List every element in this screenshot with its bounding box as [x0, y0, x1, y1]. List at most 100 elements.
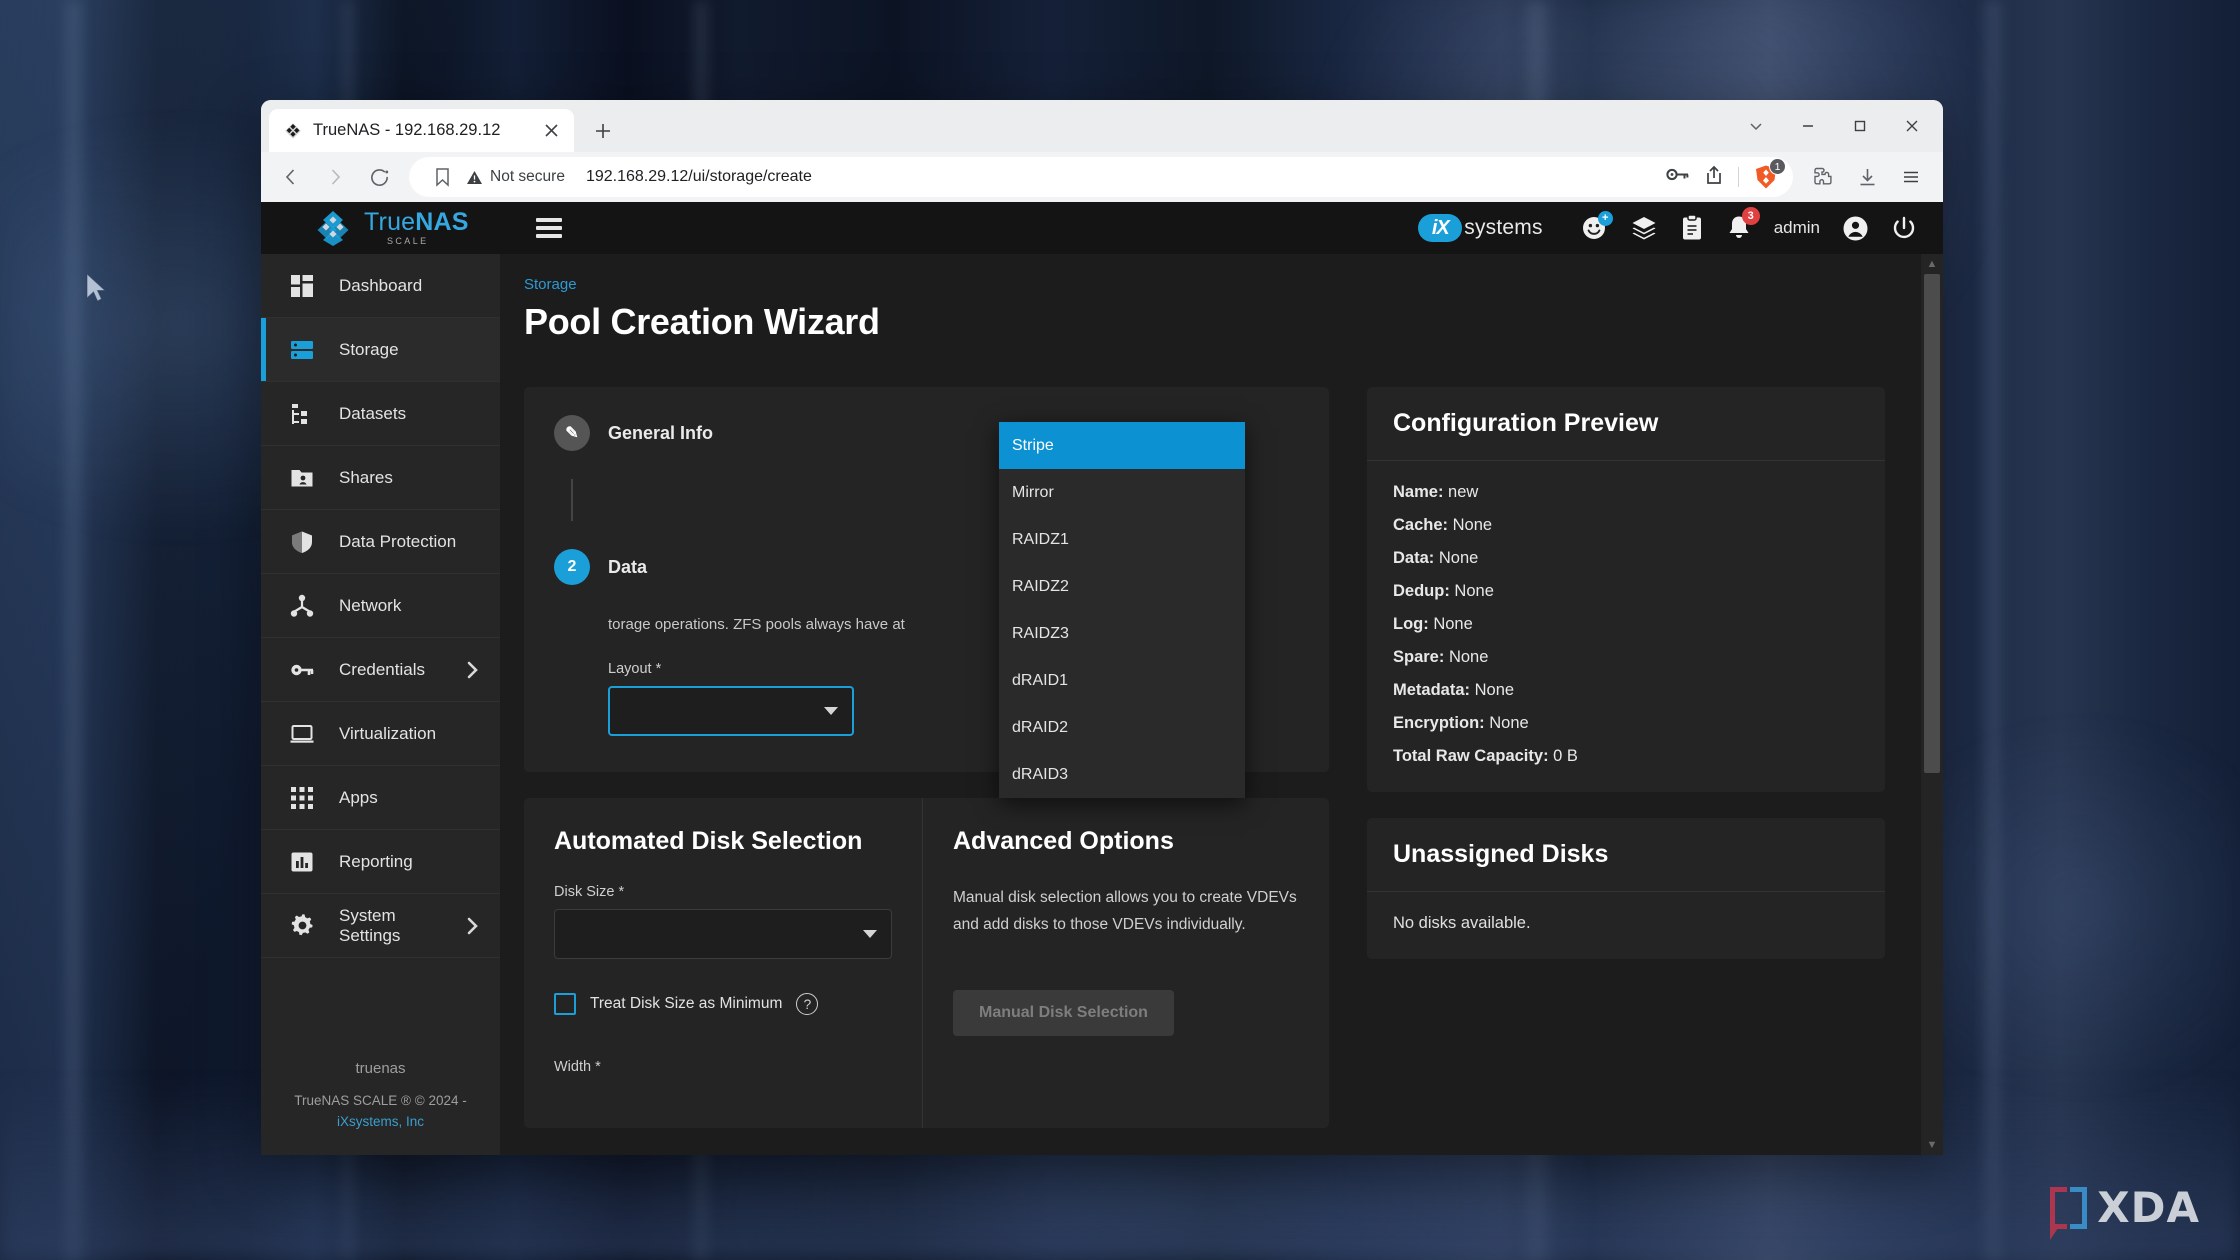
bell-icon[interactable]: 3: [1726, 214, 1752, 242]
truenas-logo[interactable]: TrueNAS SCALE: [261, 208, 500, 248]
automated-disk-selection-section: Automated Disk Selection Disk Size *: [524, 798, 922, 1128]
xda-wordmark: XDA: [2097, 1183, 2200, 1232]
layout-select[interactable]: [608, 686, 854, 736]
unassigned-disks-header: Unassigned Disks: [1367, 818, 1885, 892]
scrollbar-thumb[interactable]: [1924, 274, 1940, 773]
sidebar-item-label: Storage: [339, 340, 399, 360]
browser-tab[interactable]: TrueNAS - 192.168.29.12: [269, 109, 574, 152]
brave-shields-icon[interactable]: 1: [1753, 164, 1779, 190]
chevron-right-icon: [466, 917, 480, 935]
configuration-preview-header: Configuration Preview: [1367, 387, 1885, 461]
treat-disk-size-as-minimum-row[interactable]: Treat Disk Size as Minimum ?: [554, 993, 892, 1015]
advanced-options-title: Advanced Options: [953, 826, 1299, 858]
layers-icon[interactable]: [1630, 214, 1658, 242]
unassigned-disks-body: No disks available.: [1367, 892, 1885, 959]
browser-menu-icon[interactable]: [1891, 157, 1931, 197]
scroll-down-arrow[interactable]: ▼: [1927, 1135, 1938, 1155]
sidebar-item-shares[interactable]: Shares: [261, 446, 500, 510]
sidebar-item-network[interactable]: Network: [261, 574, 500, 638]
download-icon[interactable]: [1847, 157, 1887, 197]
sidebar-item-label: Virtualization: [339, 724, 436, 744]
sidebar-item-credentials[interactable]: Credentials: [261, 638, 500, 702]
sidebar-item-storage[interactable]: Storage: [261, 318, 500, 382]
step-label: General Info: [608, 423, 713, 444]
maximize-button[interactable]: [1835, 106, 1885, 146]
forward-button[interactable]: [315, 157, 355, 197]
add-user-icon[interactable]: +: [1581, 215, 1608, 242]
dropdown-option-draid1[interactable]: dRAID1: [999, 657, 1245, 704]
preview-value: None: [1453, 516, 1492, 534]
sidebar-item-apps[interactable]: Apps: [261, 766, 500, 830]
tab-close-icon[interactable]: [540, 120, 562, 142]
mouse-cursor: [84, 272, 110, 306]
dropdown-option-mirror[interactable]: Mirror: [999, 469, 1245, 516]
sidebar-item-system-settings[interactable]: System Settings: [261, 894, 500, 958]
shares-icon: [289, 465, 315, 491]
scroll-up-arrow[interactable]: ▲: [1927, 254, 1938, 274]
sidebar-item-datasets[interactable]: Datasets: [261, 382, 500, 446]
dropdown-option-raidz1[interactable]: RAIDZ1: [999, 516, 1245, 563]
dropdown-option-draid2[interactable]: dRAID2: [999, 704, 1245, 751]
help-icon[interactable]: ?: [796, 993, 818, 1015]
copyright-label: TrueNAS SCALE ® © 2024 - iXsystems, Inc: [277, 1091, 484, 1133]
content-scrollbar[interactable]: ▲ ▼: [1921, 254, 1943, 1155]
preview-value: None: [1489, 714, 1528, 732]
password-key-icon[interactable]: [1666, 166, 1690, 188]
sidebar-toggle-icon[interactable]: [536, 218, 562, 238]
tab-title: TrueNAS - 192.168.29.12: [313, 121, 529, 140]
dropdown-option-draid3[interactable]: dRAID3: [999, 751, 1245, 798]
preview-key: Cache:: [1393, 516, 1448, 534]
dropdown-option-raidz2[interactable]: RAIDZ2: [999, 563, 1245, 610]
preview-key: Dedup:: [1393, 582, 1450, 600]
manual-disk-selection-button[interactable]: Manual Disk Selection: [953, 990, 1174, 1036]
clipboard-icon[interactable]: [1680, 214, 1704, 242]
breadcrumb[interactable]: Storage: [524, 276, 1885, 293]
storage-icon: [289, 337, 315, 363]
preview-row: Total Raw Capacity: 0 B: [1393, 747, 1859, 766]
sidebar-item-data-protection[interactable]: Data Protection: [261, 510, 500, 574]
bookmark-icon[interactable]: [427, 162, 457, 192]
datasets-icon: [289, 401, 315, 427]
width-label: Width *: [554, 1059, 892, 1075]
scrollbar-track[interactable]: [1921, 274, 1943, 1135]
reload-button[interactable]: [359, 157, 399, 197]
preview-key: Name:: [1393, 483, 1443, 501]
tab-search-button[interactable]: [1731, 106, 1781, 146]
shield-icon: [289, 529, 315, 555]
ix-word: systems: [1464, 216, 1542, 240]
dropdown-option-raidz3[interactable]: RAIDZ3: [999, 610, 1245, 657]
browser-toolbar: Not secure 192.168.29.12/ui/storage/crea…: [261, 152, 1943, 202]
security-indicator[interactable]: Not secure: [466, 168, 565, 186]
address-bar[interactable]: Not secure 192.168.29.12/ui/storage/crea…: [409, 157, 1793, 197]
notification-count-badge: 3: [1742, 207, 1760, 225]
sidebar-item-virtualization[interactable]: Virtualization: [261, 702, 500, 766]
page-title: Pool Creation Wizard: [524, 301, 1885, 343]
preview-row: Log: None: [1393, 615, 1859, 634]
preview-value: new: [1448, 483, 1478, 501]
puzzle-icon[interactable]: [1803, 157, 1843, 197]
power-icon[interactable]: [1891, 215, 1917, 241]
step-label: Data: [608, 557, 647, 578]
sidebar-item-dashboard[interactable]: Dashboard: [261, 254, 500, 318]
close-window-button[interactable]: [1887, 106, 1937, 146]
shield-count-badge: 1: [1769, 158, 1786, 175]
ixsystems-link[interactable]: iXsystems, Inc: [337, 1114, 424, 1129]
layout-dropdown-menu[interactable]: Stripe Mirror RAIDZ1 RAIDZ2 RAIDZ3 dRAID…: [999, 422, 1245, 798]
username-label: admin: [1774, 218, 1820, 238]
window-controls: [1731, 106, 1937, 146]
sidebar-item-reporting[interactable]: Reporting: [261, 830, 500, 894]
sidebar-item-label: Reporting: [339, 852, 413, 872]
disk-size-select[interactable]: [554, 909, 892, 959]
desktop-background: TrueNAS - 192.168.29.12: [0, 0, 2240, 1260]
share-icon[interactable]: [1704, 165, 1724, 190]
treat-disk-size-checkbox[interactable]: [554, 993, 576, 1015]
dropdown-option-stripe[interactable]: Stripe: [999, 422, 1245, 469]
truenas-wordmark: TrueNAS SCALE: [364, 210, 469, 246]
logo-true-text: True: [364, 208, 415, 236]
new-tab-button[interactable]: [586, 114, 620, 148]
chevron-down-icon: [824, 707, 838, 715]
account-circle-icon[interactable]: [1842, 215, 1869, 242]
truenas-diamond-logo: [313, 208, 353, 248]
back-button[interactable]: [271, 157, 311, 197]
minimize-button[interactable]: [1783, 106, 1833, 146]
